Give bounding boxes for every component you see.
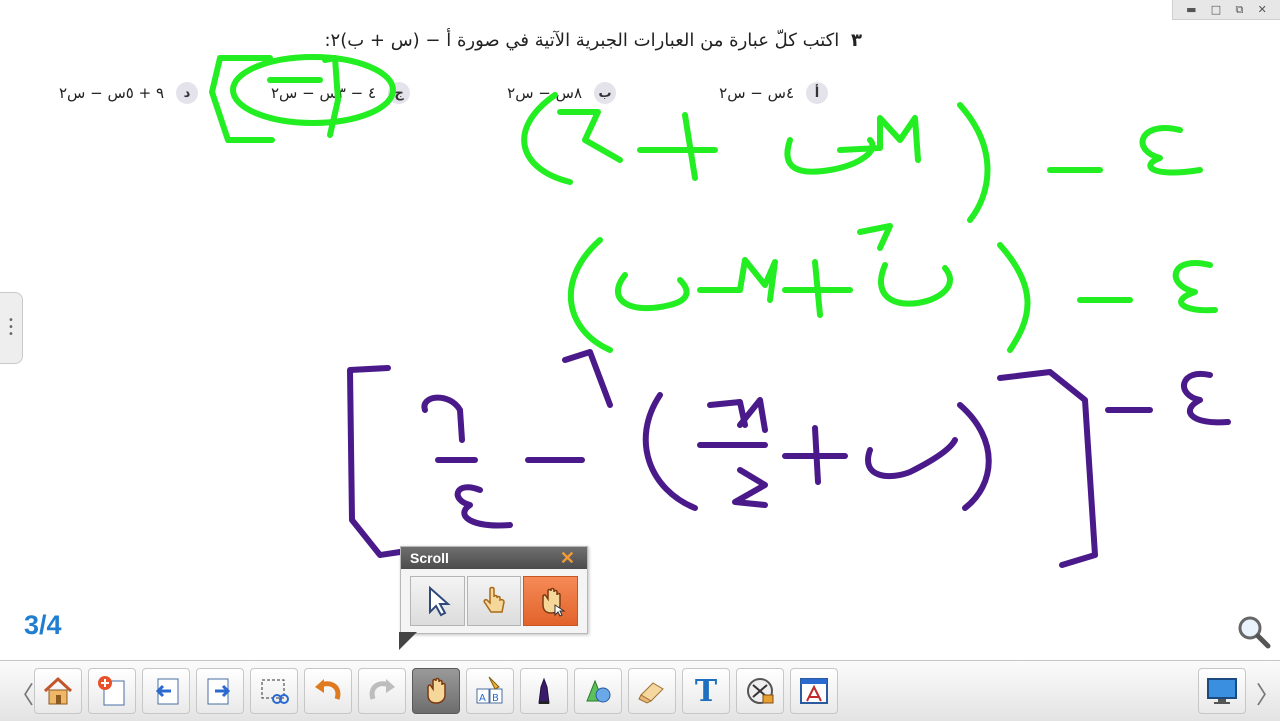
grab-hand-icon[interactable] <box>523 576 579 626</box>
toolbox-icon[interactable] <box>736 668 784 714</box>
redo-icon[interactable] <box>358 668 406 714</box>
page-indicator: 3/4 <box>24 610 62 640</box>
ink-digit-nine <box>421 394 465 443</box>
shapes-icon[interactable] <box>574 668 622 714</box>
eraser-icon[interactable] <box>628 668 676 714</box>
screen-capture-icon[interactable] <box>250 668 298 714</box>
green-ink-annotations <box>209 54 1218 353</box>
ink-exponent <box>562 349 613 408</box>
toolbar-scroll-left-button[interactable]: 〈 <box>10 675 34 710</box>
bottom-toolbar: 〈 AB T 〉 <box>0 660 1280 721</box>
ink-stroke <box>784 137 876 175</box>
ink-digit-four <box>1172 260 1218 314</box>
add-page-icon[interactable] <box>88 668 136 714</box>
svg-text:B: B <box>492 693 499 704</box>
ink-digit-two <box>732 467 768 508</box>
ink-paren-open <box>642 392 698 511</box>
ink-digit-four <box>1139 125 1203 176</box>
ink-bracket-left <box>209 55 275 143</box>
ink-plus <box>637 112 718 181</box>
svg-text:A: A <box>479 693 486 704</box>
scroll-hand-icon[interactable] <box>412 668 460 714</box>
scroll-floating-panel[interactable]: Scroll ✕ <box>400 546 588 634</box>
ink-stroke <box>615 272 690 312</box>
close-icon[interactable]: ✕ <box>560 547 575 569</box>
ink-digit-four <box>454 484 513 529</box>
text-tool-label: T <box>694 673 718 709</box>
display-screen-icon[interactable] <box>1198 668 1246 714</box>
toolbar-scroll-right-button[interactable]: 〉 <box>1256 675 1280 710</box>
text-tool-icon[interactable]: T <box>682 668 730 714</box>
ink-plus <box>782 259 853 318</box>
pen-icon[interactable] <box>520 668 568 714</box>
side-panel-handle[interactable]: • • • <box>0 292 23 364</box>
ink-paren-open <box>521 92 573 185</box>
ink-bracket-left <box>347 365 403 558</box>
scroll-panel-title: Scroll <box>410 550 449 566</box>
ink-exponent <box>857 223 893 251</box>
magnifier-icon[interactable] <box>1236 614 1272 654</box>
ink-paren-close <box>957 102 991 223</box>
purple-ink-annotations <box>347 349 1231 568</box>
ink-stroke <box>697 257 778 303</box>
ink-stroke <box>837 115 921 163</box>
ink-stroke <box>878 262 953 307</box>
ink-circle-highlight <box>230 54 396 126</box>
whiteboard-ink-layer[interactable] <box>0 0 1280 660</box>
ink-paren-close <box>957 402 992 511</box>
next-page-icon[interactable] <box>196 668 244 714</box>
text-recognition-icon[interactable]: AB <box>466 668 514 714</box>
ink-stroke <box>865 437 958 480</box>
ink-plus <box>782 425 848 485</box>
single-finger-hand-icon[interactable] <box>466 576 522 626</box>
previous-page-icon[interactable] <box>142 668 190 714</box>
scroll-panel-title-bar[interactable]: Scroll ✕ <box>401 547 587 569</box>
home-icon[interactable] <box>34 668 82 714</box>
page-sorter-icon[interactable] <box>790 668 838 714</box>
ink-bracket-right <box>997 369 1098 568</box>
ink-paren-open <box>567 237 613 353</box>
ink-digit-four <box>1181 370 1231 426</box>
ink-paren-close <box>997 242 1031 353</box>
ink-stroke <box>557 109 623 163</box>
undo-icon[interactable] <box>304 668 352 714</box>
ink-digit-three <box>707 397 768 433</box>
select-arrow-icon[interactable] <box>410 576 465 626</box>
drag-dots-icon: • • • <box>8 315 14 340</box>
scroll-panel-pointer <box>399 632 417 650</box>
